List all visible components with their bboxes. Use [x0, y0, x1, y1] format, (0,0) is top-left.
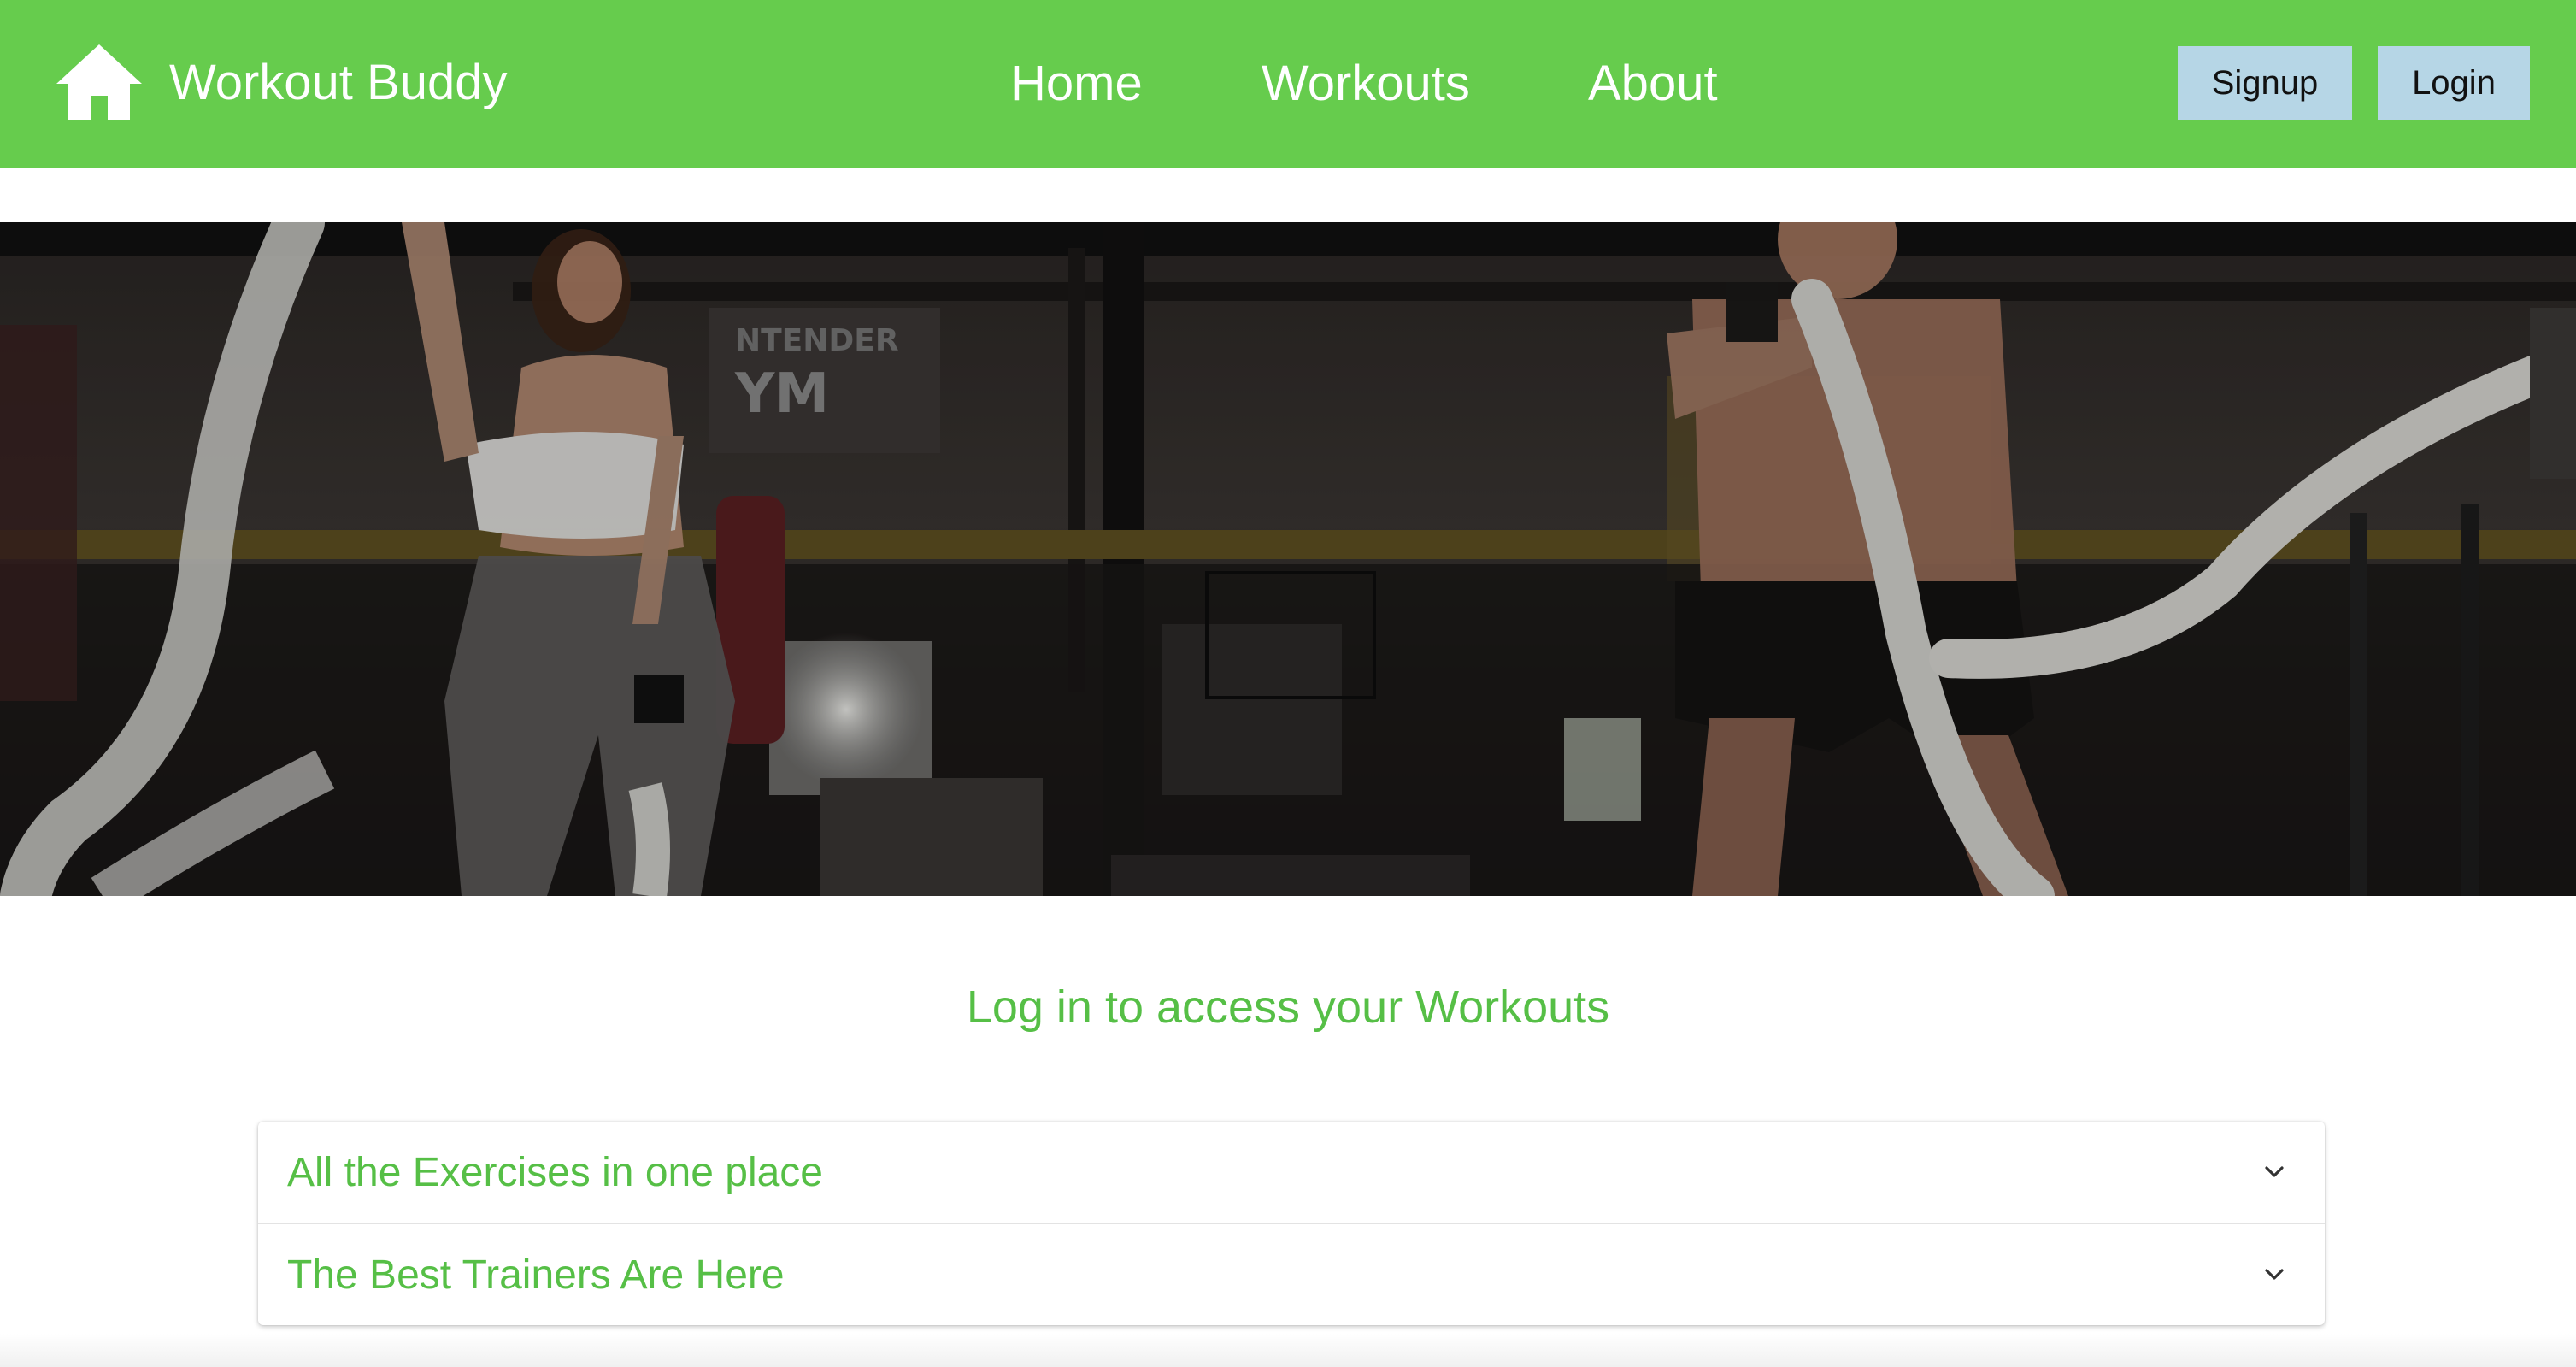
focus-outline	[1205, 571, 1376, 699]
bottom-fade	[0, 1334, 2576, 1367]
home-icon	[56, 44, 142, 120]
features-accordion: All the Exercises in one place The Best …	[258, 1122, 2325, 1325]
chevron-down-icon[interactable]	[2260, 1260, 2289, 1289]
hero-image: NTENDER YM	[0, 222, 2576, 896]
accordion-item-exercises[interactable]: All the Exercises in one place	[258, 1122, 2325, 1224]
navbar: Workout Buddy Home Workouts About Signup…	[0, 0, 2576, 168]
nav-home-link[interactable]: Home	[1010, 48, 1143, 120]
hero-carousel[interactable]: NTENDER YM	[0, 222, 2576, 896]
login-button[interactable]: Login	[2378, 46, 2530, 120]
login-prompt-text: Log in to access your Workouts	[966, 981, 1610, 1033]
page: Workout Buddy Home Workouts About Signup…	[0, 0, 2576, 1367]
brand-link[interactable]: Workout Buddy	[55, 41, 507, 123]
accordion-title: The Best Trainers Are Here	[287, 1252, 785, 1298]
signup-button[interactable]: Signup	[2178, 46, 2352, 120]
chevron-down-icon[interactable]	[2260, 1158, 2289, 1187]
brand-title: Workout Buddy	[169, 54, 508, 110]
accordion-title: All the Exercises in one place	[287, 1149, 823, 1195]
accordion-item-trainers[interactable]: The Best Trainers Are Here	[258, 1224, 2325, 1325]
nav-workouts-link[interactable]: Workouts	[1262, 48, 1470, 120]
nav-about-link[interactable]: About	[1588, 48, 1718, 120]
